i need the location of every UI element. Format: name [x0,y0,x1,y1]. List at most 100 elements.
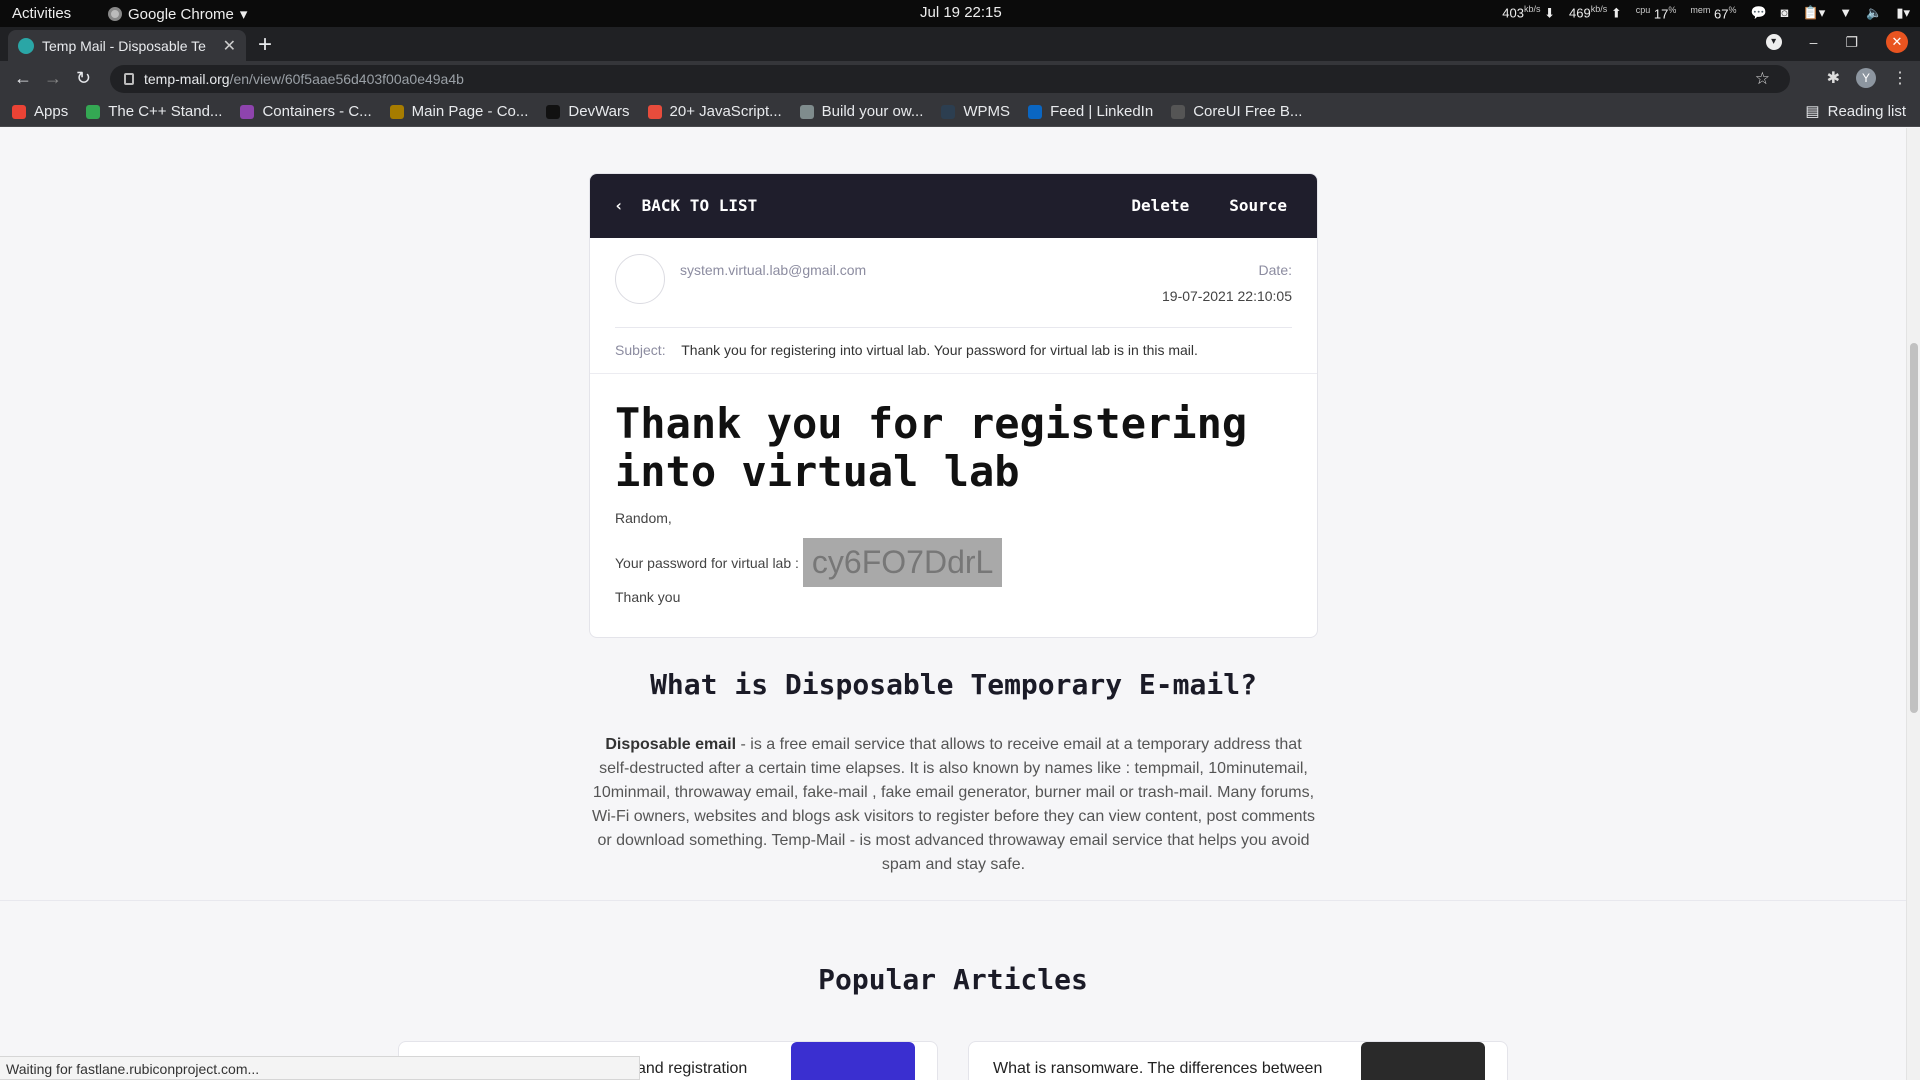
bookmark-label: Build your ow... [821,103,924,120]
subject-text: Thank you for registering into virtual l… [681,342,1198,358]
bookmark-item[interactable]: CoreUI Free B... [1171,103,1302,120]
chrome-icon [108,7,122,21]
bookmark-favicon-icon [647,104,662,119]
bookmark-favicon-icon [86,104,101,119]
mem-indicator: mem 67% [1690,4,1737,21]
screenshot-icon[interactable]: ◙ [1781,5,1789,20]
window-controls: ▾ – ❐ ✕ [1765,31,1908,53]
bookmark-label: 20+ JavaScript... [669,103,782,120]
bookmark-favicon-icon [799,104,814,119]
article-title: and registration [637,1060,748,1077]
bookmark-favicon-icon [941,104,956,119]
caret-down-icon: ▾ [239,6,248,23]
clock[interactable]: Jul 19 22:15 [920,4,1002,21]
about-heading: What is Disposable Temporary E-mail? [650,668,1257,701]
new-tab-button[interactable]: + [258,31,272,59]
tab-temp-mail[interactable]: Temp Mail - Disposable Te ✕ [8,30,246,61]
password-value[interactable]: cy6FO7DdrL [802,538,1003,587]
reading-list-button[interactable]: ▤ Reading list [1805,102,1906,121]
bookmark-favicon-icon [12,104,26,119]
article-card[interactable]: What is ransomware. The differences betw… [968,1041,1508,1080]
scrollbar-thumb[interactable] [1910,343,1918,713]
email-toolbar: ‹ BACK TO LIST Delete Source [590,174,1317,238]
back-arrow-icon[interactable]: ← [14,68,32,89]
sender-address: system.virtual.lab@gmail.com [680,262,867,278]
extensions-icon[interactable]: ✱ [1827,68,1840,88]
article-title: What is ransomware. The differences betw… [993,1060,1323,1077]
back-to-list-button[interactable]: ‹ BACK TO LIST [614,196,757,215]
bookmark-item[interactable]: Build your ow... [799,103,924,120]
bookmark-item[interactable]: Apps [12,103,68,120]
subject-row: Subject: Thank you for registering into … [590,328,1317,374]
about-section: What is Disposable Temporary E-mail? Dis… [589,668,1318,877]
bookmark-item[interactable]: The C++ Stand... [86,103,222,120]
temp-mail-favicon-icon [18,37,34,54]
email-body: Thank you for registering into virtual l… [590,374,1317,631]
volume-icon: 🔈 [1866,4,1883,20]
bookmark-label: Main Page - Co... [411,103,529,120]
date-value: 19-07-2021 22:10:05 [1162,288,1292,304]
net-down-indicator: 403kb/s ⬇ [1502,4,1556,21]
popular-articles-heading: Popular Articles [818,963,1088,996]
lock-icon[interactable] [124,73,134,85]
url-path: /en/view/60f5aae56d403f00a0e49a4b [229,71,464,87]
wifi-icon: ▼ [1839,5,1853,21]
bookmark-item[interactable]: Containers - C... [240,103,372,120]
reload-icon[interactable]: ↻ [76,68,91,89]
forward-arrow-icon[interactable]: → [44,68,62,89]
bookmark-item[interactable]: WPMS [941,103,1010,120]
bookmarks-bar: Apps The C++ Stand... Containers - C... Mai… [0,97,1920,127]
back-to-list-label: BACK TO LIST [641,196,758,215]
activities-button[interactable]: Activities [12,5,71,22]
delete-button[interactable]: Delete [1131,196,1189,215]
about-body: - is a free email service that allows to… [592,736,1315,873]
minimize-button[interactable]: – [1810,34,1818,50]
email-card: ‹ BACK TO LIST Delete Source system.virt… [589,173,1318,638]
maximize-button[interactable]: ❐ [1845,34,1858,51]
password-label: Your password for virtual lab : [615,554,799,571]
reading-list-icon: ▤ [1805,103,1820,120]
profile-avatar[interactable]: Y [1856,68,1876,88]
system-top-bar: Activities Google Chrome ▾ Jul 19 22:15 … [0,0,1920,27]
app-name: Google Chrome [128,5,234,23]
tab-search-icon[interactable]: ▾ [1765,34,1782,50]
page-scrollbar[interactable] [1906,128,1920,1080]
article-thumbnail [791,1042,915,1080]
bookmark-label: The C++ Stand... [108,103,223,120]
system-indicators[interactable]: 403kb/s ⬇ 469kb/s ⬆ cpu 17% mem 67% 💬 ◙ … [1502,4,1910,21]
app-menu[interactable]: Google Chrome ▾ [108,5,247,23]
menu-kebab-icon[interactable]: ⋮ [1892,68,1908,88]
about-text: Disposable email - is a free email servi… [589,733,1318,877]
bookmark-label: CoreUI Free B... [1193,103,1303,120]
email-greeting: Random, [615,510,672,526]
source-button[interactable]: Source [1229,196,1287,215]
bookmark-favicon-icon [389,104,404,119]
url-host: temp-mail.org [144,71,230,87]
chat-icon[interactable]: 💬 [1750,5,1766,21]
section-divider [0,900,1906,901]
net-up-indicator: 469kb/s ⬆ [1569,4,1622,21]
close-tab-icon[interactable]: ✕ [223,36,236,56]
bookmark-favicon-icon [1171,104,1186,119]
clipboard-icon[interactable]: 📋▾ [1803,5,1826,21]
date-label: Date: [1258,262,1292,278]
password-row: Your password for virtual lab : cy6FO7Dd… [615,538,1292,587]
bookmark-favicon-icon [240,104,255,119]
bookmark-item[interactable]: 20+ JavaScript... [647,103,782,120]
bookmark-item[interactable]: Feed | LinkedIn [1028,103,1153,120]
bookmark-favicon-icon [546,104,561,119]
bookmark-star-icon[interactable]: ☆ [1755,69,1770,89]
email-meta: system.virtual.lab@gmail.com Date: 19-07… [615,238,1292,328]
chevron-left-icon: ‹ [614,196,624,215]
bookmark-label: Feed | LinkedIn [1050,103,1154,120]
bookmark-item[interactable]: DevWars [546,103,630,120]
reading-list-label: Reading list [1827,102,1906,120]
address-bar[interactable]: temp-mail.org/en/view/60f5aae56d403f00a0… [110,65,1790,93]
about-bold-lead: Disposable email [605,736,737,753]
navigation-bar: ← → ↻ temp-mail.org/en/view/60f5aae56d40… [0,61,1920,97]
sender-avatar [615,254,665,304]
article-thumbnail [1361,1042,1485,1080]
bookmark-label: WPMS [963,103,1011,120]
close-window-button[interactable]: ✕ [1886,31,1908,53]
bookmark-item[interactable]: Main Page - Co... [389,103,529,120]
